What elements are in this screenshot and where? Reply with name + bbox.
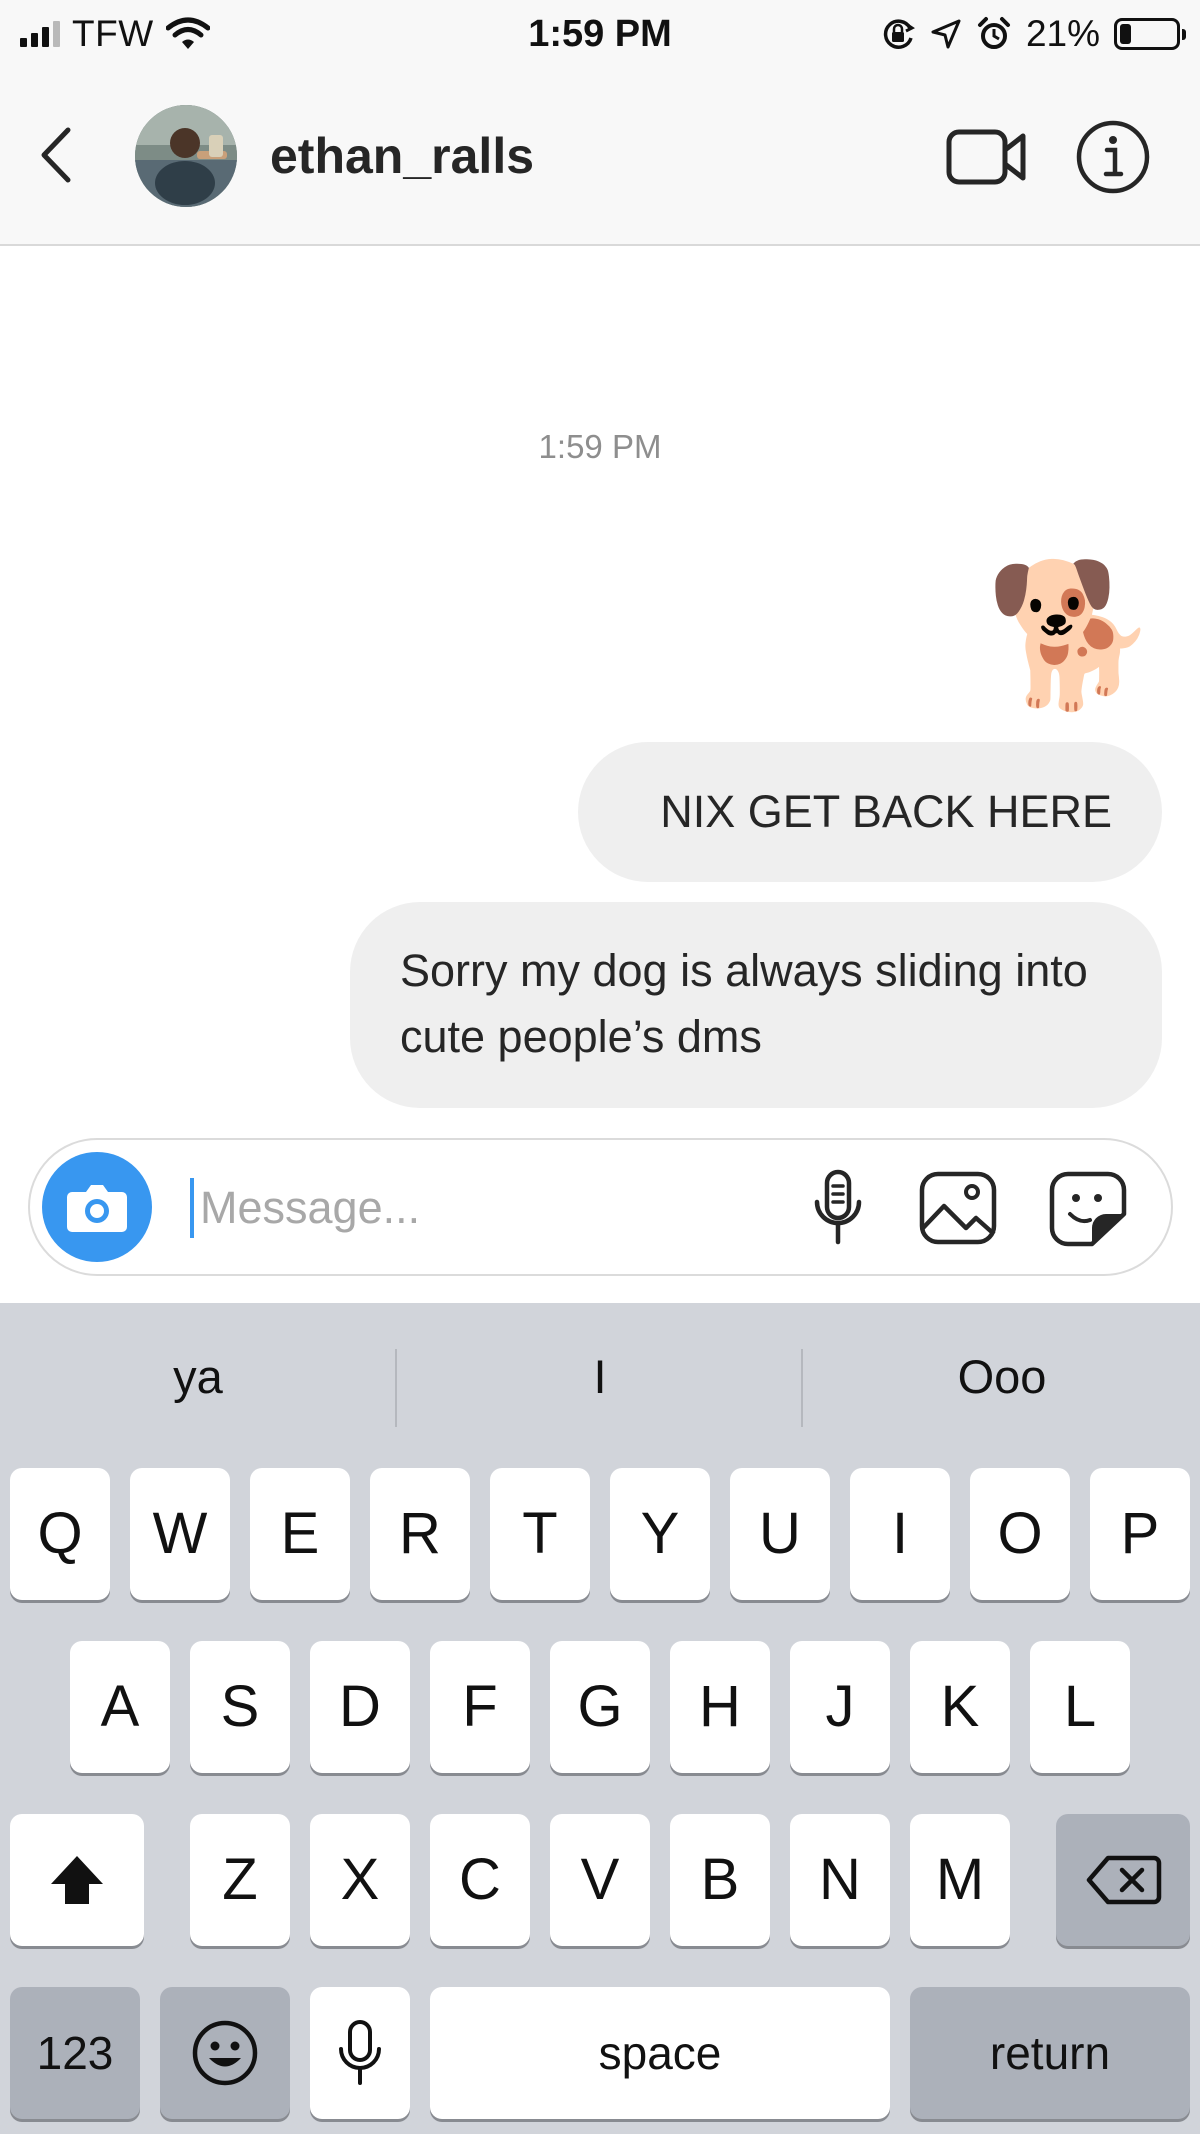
emoji-message[interactable]: 🐕 bbox=[985, 550, 1159, 720]
key-label: Y bbox=[640, 1501, 680, 1566]
key-h[interactable]: H bbox=[670, 1641, 770, 1773]
orientation-lock-icon bbox=[883, 19, 915, 49]
key-label: E bbox=[280, 1501, 320, 1566]
key-x[interactable]: X bbox=[310, 1814, 410, 1946]
avatar[interactable] bbox=[135, 105, 237, 207]
suggestion-bar: ya I Ooo bbox=[0, 1303, 1200, 1451]
key-g[interactable]: G bbox=[550, 1641, 650, 1773]
gallery-icon[interactable] bbox=[918, 1170, 998, 1246]
key-label: F bbox=[462, 1674, 498, 1739]
key-l[interactable]: L bbox=[1030, 1641, 1130, 1773]
key-label: T bbox=[522, 1501, 558, 1566]
key-label: Z bbox=[222, 1847, 258, 1912]
divider bbox=[801, 1349, 803, 1427]
key-f[interactable]: F bbox=[430, 1641, 530, 1773]
key-label: U bbox=[759, 1501, 801, 1566]
avatar-photo bbox=[135, 105, 237, 207]
chat-header: ethan_ralls bbox=[0, 68, 1200, 246]
key-label: V bbox=[580, 1847, 620, 1912]
camera-button[interactable] bbox=[42, 1152, 152, 1262]
key-label: Q bbox=[37, 1501, 83, 1566]
key-label: K bbox=[940, 1674, 980, 1739]
video-call-icon[interactable] bbox=[945, 126, 1029, 188]
username[interactable]: ethan_ralls bbox=[270, 126, 534, 186]
status-bar: TFW 1:59 PM 21% bbox=[0, 0, 1200, 68]
key-v[interactable]: V bbox=[550, 1814, 650, 1946]
shift-icon bbox=[51, 1856, 103, 1904]
key-label: H bbox=[699, 1674, 741, 1739]
battery-percent: 21% bbox=[1025, 13, 1100, 54]
key-b[interactable]: B bbox=[670, 1814, 770, 1946]
key-label: B bbox=[700, 1847, 740, 1912]
chevron-left-icon[interactable] bbox=[28, 120, 88, 190]
key-label: W bbox=[152, 1501, 208, 1566]
key-e[interactable]: E bbox=[250, 1468, 350, 1600]
sticker-icon[interactable] bbox=[1048, 1170, 1128, 1248]
numbers-key[interactable]: 123 bbox=[10, 1987, 140, 2119]
message-input[interactable] bbox=[200, 1172, 620, 1244]
key-a[interactable]: A bbox=[70, 1641, 170, 1773]
key-label: D bbox=[339, 1674, 381, 1739]
shift-key[interactable] bbox=[10, 1814, 144, 1946]
key-s[interactable]: S bbox=[190, 1641, 290, 1773]
key-q[interactable]: Q bbox=[10, 1468, 110, 1600]
key-w[interactable]: W bbox=[130, 1468, 230, 1600]
emoji-icon bbox=[192, 2020, 258, 2086]
location-icon bbox=[931, 19, 961, 49]
key-label: return bbox=[989, 2027, 1111, 2079]
text-cursor bbox=[190, 1178, 194, 1238]
alarm-icon bbox=[977, 17, 1010, 49]
key-m[interactable]: M bbox=[910, 1814, 1010, 1946]
key-u[interactable]: U bbox=[730, 1468, 830, 1600]
message-bubble[interactable]: Sorry my dog is always sliding into cute… bbox=[350, 902, 1162, 1108]
key-label: C bbox=[459, 1847, 501, 1912]
chat-timestamp: 1:59 PM bbox=[538, 428, 662, 465]
key-label: M bbox=[935, 1847, 985, 1912]
key-t[interactable]: T bbox=[490, 1468, 590, 1600]
key-label: P bbox=[1120, 1501, 1160, 1566]
key-j[interactable]: J bbox=[790, 1641, 890, 1773]
key-d[interactable]: D bbox=[310, 1641, 410, 1773]
key-label: L bbox=[1063, 1674, 1097, 1739]
keyboard: ya I Ooo Q W E R T Y U I O P A S D F G H… bbox=[0, 1303, 1200, 2134]
key-y[interactable]: Y bbox=[610, 1468, 710, 1600]
key-label: A bbox=[100, 1674, 140, 1739]
return-key[interactable]: return bbox=[910, 1987, 1190, 2119]
battery-icon bbox=[1114, 18, 1186, 50]
divider bbox=[395, 1349, 397, 1427]
key-o[interactable]: O bbox=[970, 1468, 1070, 1600]
message-bubble[interactable]: NIX GET BACK HERE bbox=[578, 742, 1162, 882]
key-p[interactable]: P bbox=[1090, 1468, 1190, 1600]
space-key[interactable]: space bbox=[430, 1987, 890, 2119]
key-label: R bbox=[399, 1501, 441, 1566]
suggestion-item[interactable]: ya bbox=[0, 1303, 396, 1451]
key-label: N bbox=[819, 1847, 861, 1912]
key-k[interactable]: K bbox=[910, 1641, 1010, 1773]
microphone-icon[interactable] bbox=[800, 1168, 876, 1248]
key-label: S bbox=[220, 1674, 260, 1739]
key-label: 123 bbox=[36, 2027, 114, 2079]
key-label: space bbox=[598, 2027, 722, 2079]
key-c[interactable]: C bbox=[430, 1814, 530, 1946]
key-label: I bbox=[891, 1501, 909, 1566]
suggestion-item[interactable]: I bbox=[398, 1303, 802, 1451]
status-right: 21% bbox=[880, 10, 1186, 58]
key-i[interactable]: I bbox=[850, 1468, 950, 1600]
camera-icon bbox=[67, 1185, 127, 1232]
key-label: O bbox=[997, 1501, 1043, 1566]
key-label: J bbox=[825, 1674, 855, 1739]
microphone-icon bbox=[339, 2020, 381, 2085]
backspace-icon bbox=[1086, 1855, 1162, 1905]
key-z[interactable]: Z bbox=[190, 1814, 290, 1946]
key-label: G bbox=[577, 1674, 623, 1739]
dictation-key[interactable] bbox=[310, 1987, 410, 2119]
key-r[interactable]: R bbox=[370, 1468, 470, 1600]
info-icon[interactable] bbox=[1074, 118, 1152, 196]
key-label: X bbox=[340, 1847, 380, 1912]
message-composer bbox=[28, 1138, 1173, 1276]
key-n[interactable]: N bbox=[790, 1814, 890, 1946]
backspace-key[interactable] bbox=[1056, 1814, 1190, 1946]
emoji-key[interactable] bbox=[160, 1987, 290, 2119]
suggestion-item[interactable]: Ooo bbox=[804, 1303, 1200, 1451]
